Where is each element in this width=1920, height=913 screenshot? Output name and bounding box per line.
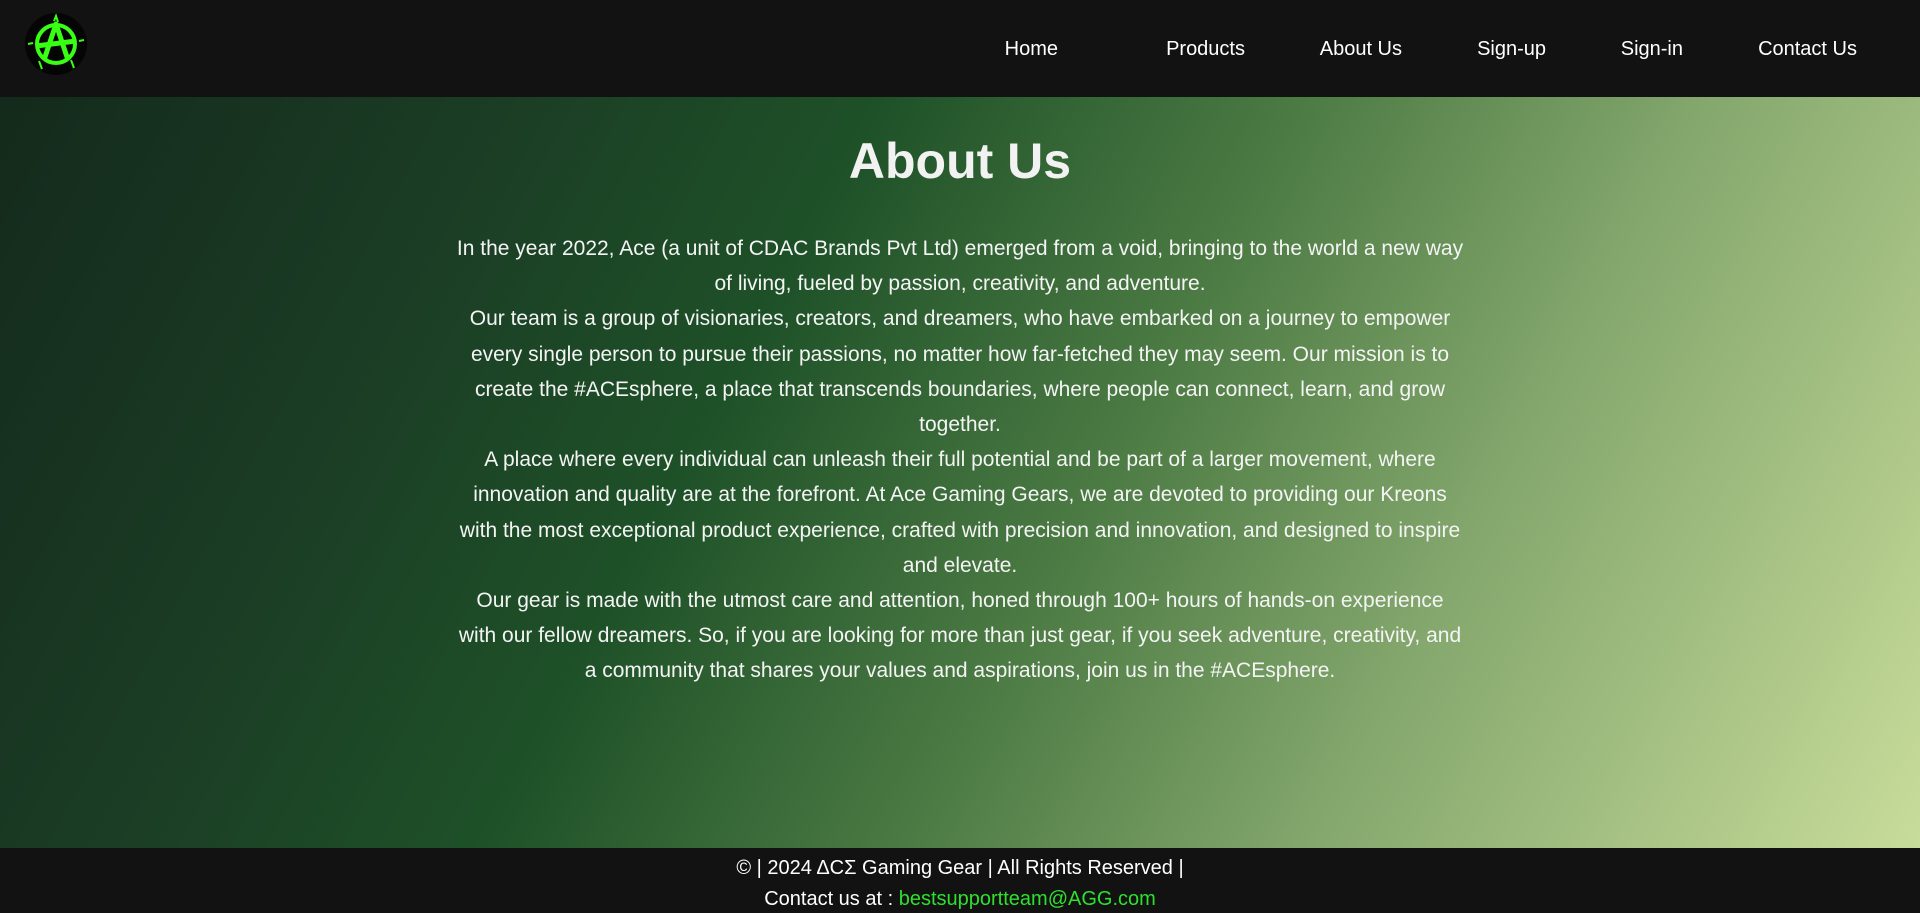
contact-line: Contact us at : bestsupportteam@AGG.com xyxy=(0,886,1920,912)
about-paragraph-3: A place where every individual can unlea… xyxy=(459,448,1461,577)
site-footer: © | 2024 ΔCΣ Gaming Gear | All Rights Re… xyxy=(0,848,1920,913)
anarchy-a-logo-icon[interactable] xyxy=(25,13,87,75)
about-section: About Us In the year 2022, Ace (a unit o… xyxy=(0,97,1920,848)
nav-about-us-link[interactable]: About Us xyxy=(1320,38,1402,60)
page-title: About Us xyxy=(848,133,1072,189)
copyright-text: © | 2024 ΔCΣ Gaming Gear | All Rights Re… xyxy=(736,857,1184,879)
contact-email-link[interactable]: bestsupportteam@AGG.com xyxy=(899,888,1156,910)
about-paragraph-4: Our gear is made with the utmost care an… xyxy=(458,589,1462,683)
nav-products-link[interactable]: Products xyxy=(1166,38,1245,60)
nav-sign-up-link[interactable]: Sign-up xyxy=(1477,38,1546,60)
about-paragraph-1: In the year 2022, Ace (a unit of CDAC Br… xyxy=(456,237,1464,296)
contact-prefix: Contact us at : xyxy=(764,888,899,910)
nav-sign-in-link[interactable]: Sign-in xyxy=(1621,38,1683,60)
site-header: Home Products About Us Sign-up Sign-in C… xyxy=(0,0,1920,97)
about-paragraph-2: Our team is a group of visionaries, crea… xyxy=(469,307,1451,437)
about-text: In the year 2022, Ace (a unit of CDAC Br… xyxy=(455,231,1465,689)
nav-contact-us-link[interactable]: Contact Us xyxy=(1758,38,1857,60)
nav-home-link[interactable]: Home xyxy=(1005,38,1058,60)
